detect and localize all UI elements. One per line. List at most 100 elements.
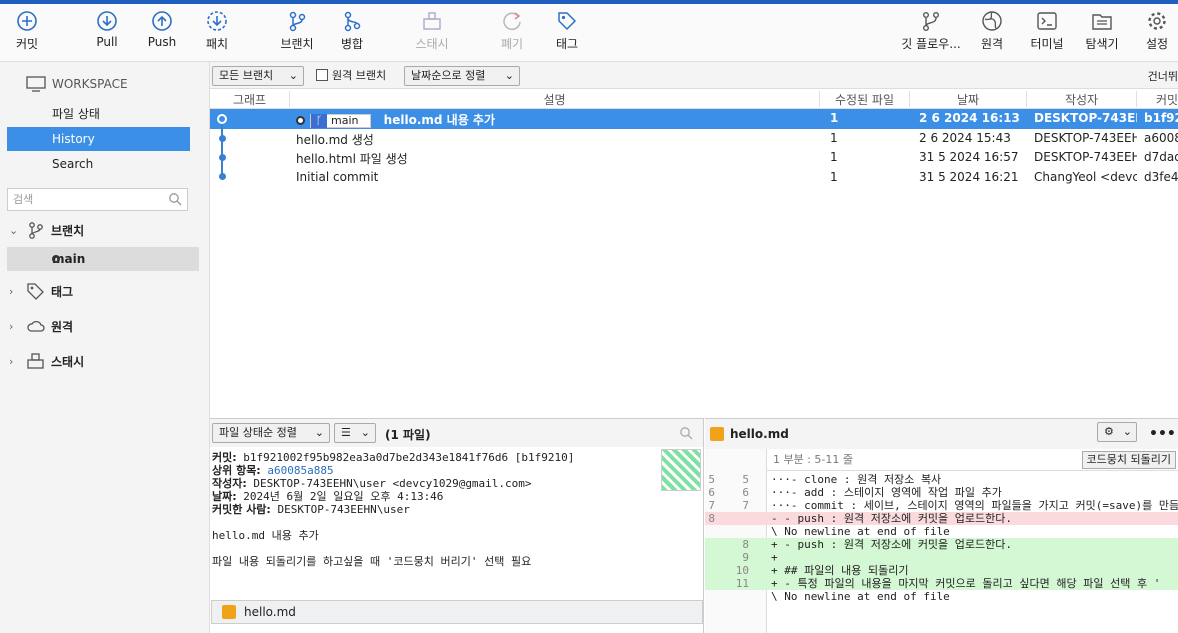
modified-file-icon <box>222 605 236 619</box>
parent-link[interactable]: a60085a885 <box>267 464 333 477</box>
commit-description-cell: ᚴ main hello.md 내용 추가 <box>296 111 495 128</box>
column-author[interactable]: 작성자 <box>1027 91 1137 107</box>
new-line-number: 9 <box>742 551 749 564</box>
pull-label: Pull <box>96 35 118 49</box>
sidebar-section-branches[interactable]: ⌄ 브랜치 <box>9 221 84 239</box>
chevron-down-icon: ⌄ <box>1122 425 1132 438</box>
diff-line[interactable]: 5 5 ···- clone : 원격 저장소 복사 <box>705 473 1178 486</box>
diff-header: hello.md ⚙ ⌄ ••• <box>705 419 1178 449</box>
search-icon <box>169 193 182 206</box>
tag-button[interactable]: 태그 <box>537 10 597 52</box>
commit-graph-node <box>218 135 226 142</box>
chevron-down-icon: ⌄ <box>9 223 19 237</box>
column-modified[interactable]: 수정된 파일 <box>820 91 910 107</box>
changed-file-row[interactable]: hello.md <box>211 600 703 624</box>
fetch-button[interactable]: 패치 <box>187 10 247 52</box>
branch-filter-value: 모든 브랜치 <box>219 69 274 82</box>
date-label: 날짜: <box>212 490 237 503</box>
branch-badge-label: main <box>331 114 359 127</box>
history-filter-bar: 모든 브랜치 ⌄ 원격 브랜치 날짜순으로 정렬 ⌄ 건너뛰 <box>210 62 1178 89</box>
view-mode-dropdown[interactable]: ☰ ⌄ <box>334 423 376 443</box>
remote-branches-checkbox[interactable]: 원격 브랜치 <box>316 67 386 83</box>
stash-label: 스태시 <box>415 37 449 51</box>
column-date[interactable]: 날짜 <box>910 91 1027 107</box>
sidebar-item-file-status[interactable]: 파일 상태 <box>7 102 190 126</box>
search-icon[interactable] <box>679 426 693 440</box>
diff-line[interactable]: \ No newline at end of file <box>705 590 1178 603</box>
sidebar-item-search[interactable]: Search <box>7 152 190 176</box>
more-options-icon[interactable]: ••• <box>1149 419 1176 449</box>
pull-button[interactable]: Pull <box>77 10 137 49</box>
column-commit[interactable]: 커밋 <box>1137 91 1178 107</box>
commit-date: 2 6 2024 15:43 <box>919 130 1011 145</box>
diff-line[interactable]: 6 6 ···- add : 스테이지 영역에 작업 파일 추가 <box>705 486 1178 499</box>
explorer-button[interactable]: 탐색기 <box>1072 10 1132 52</box>
diff-line[interactable]: 11 + - 특정 파일의 내용을 마지막 커밋으로 돌리고 싶다면 해당 파일 … <box>705 577 1178 590</box>
arrow-up-circle-icon <box>152 11 172 31</box>
chevron-down-icon: ⌄ <box>314 426 324 439</box>
sidebar-section-tags[interactable]: › 태그 <box>9 282 73 300</box>
commit-row[interactable]: hello.html 파일 생성 1 31 5 2024 16:57 DESKT… <box>210 148 1178 168</box>
diff-line[interactable]: 10 + ## 파일의 내용 되돌리기 <box>705 564 1178 577</box>
diff-line[interactable]: 8 + - push : 원격 저장소에 커밋을 업로드한다. <box>705 538 1178 551</box>
git-flow-label: 깃 플로우... <box>901 37 961 51</box>
merge-button[interactable]: 병합 <box>322 10 382 52</box>
remotes-label: 원격 <box>51 319 74 334</box>
checkbox-box[interactable] <box>316 69 328 81</box>
commit-message: hello.md 내용 추가 <box>383 113 495 127</box>
commit-graph-line <box>221 119 223 177</box>
diff-line-text: ···- clone : 원격 저장소 복사 <box>771 473 942 486</box>
file-count: (1 파일) <box>385 428 431 442</box>
diff-line[interactable]: 7 7 ···- commit : 세이브, 스테이지 영역의 파일들을 가지고 커… <box>705 499 1178 512</box>
commit-button[interactable]: 커밋 <box>0 10 57 52</box>
diff-line-text: - - push : 원격 저장소에 커밋을 업로드한다. <box>771 512 1013 525</box>
commit-graph-node <box>218 154 226 161</box>
git-flow-icon <box>923 12 939 31</box>
commit-message-line-1: hello.md 내용 추가 <box>212 529 319 542</box>
settings-button[interactable]: 설정 <box>1127 10 1178 52</box>
push-button[interactable]: Push <box>132 10 192 49</box>
sidebar-section-remotes[interactable]: › 원격 <box>9 317 73 335</box>
sidebar-section-stashes[interactable]: › 스태시 <box>9 352 84 370</box>
commit-row[interactable]: hello.md 생성 1 2 6 2024 15:43 DESKTOP-743… <box>210 129 1178 149</box>
diff-line-text: + ## 파일의 내용 되돌리기 <box>771 564 909 577</box>
committer-label: 커밋한 사람: <box>212 503 271 516</box>
diff-line[interactable]: \ No newline at end of file <box>705 525 1178 538</box>
details-toolbar: 파일 상태순 정렬 ⌄ ☰ ⌄ (1 파일) <box>210 419 703 447</box>
sidebar-search-input[interactable]: 검색 <box>7 188 188 211</box>
fetch-label: 패치 <box>205 37 229 51</box>
sidebar-item-history[interactable]: History <box>7 127 190 151</box>
commit-row[interactable]: Initial commit 1 31 5 2024 16:21 ChangYe… <box>210 168 1178 188</box>
branch-icon <box>29 222 43 239</box>
git-flow-button[interactable]: 깃 플로우... <box>894 10 968 52</box>
branch-badge[interactable]: ᚴ main <box>310 113 372 128</box>
globe-icon <box>982 11 1002 31</box>
file-sort-dropdown[interactable]: 파일 상태순 정렬 ⌄ <box>212 423 330 443</box>
skip-label[interactable]: 건너뛰 <box>1148 68 1178 84</box>
diff-line[interactable]: 8 - - push : 원격 저장소에 커밋을 업로드한다. <box>705 512 1178 525</box>
branch-button[interactable]: 브랜치 <box>267 10 327 52</box>
diff-line[interactable]: 9 + <box>705 551 1178 564</box>
diff-panel: hello.md ⚙ ⌄ ••• 1 부분 : 5-11 줄 코드뭉치 되돌리기… <box>705 418 1178 633</box>
new-line-number: 5 <box>742 473 749 486</box>
column-description[interactable]: 설명 <box>290 91 820 107</box>
stash-button[interactable]: 스태시 <box>402 10 462 52</box>
branch-icon: ᚴ <box>311 113 327 128</box>
column-graph[interactable]: 그래프 <box>210 91 290 107</box>
commit-message-line-2: 파일 내용 되돌리기를 하고싶을 때 '코드뭉치 버리기' 선택 필요 <box>212 555 532 568</box>
sidebar-item-branch-main[interactable]: main <box>7 247 199 271</box>
terminal-button[interactable]: 터미널 <box>1017 10 1077 52</box>
discard-button[interactable]: 폐기 <box>482 10 542 52</box>
diff-options-dropdown[interactable]: ⚙ ⌄ <box>1097 422 1137 442</box>
sort-dropdown[interactable]: 날짜순으로 정렬 ⌄ <box>404 66 520 86</box>
commit-list: ᚴ main hello.md 내용 추가 1 2 6 2024 16:13 DE… <box>210 109 1178 187</box>
date-value: 2024년 6월 2일 일요일 오후 4:13:46 <box>243 490 444 503</box>
branch-filter-dropdown[interactable]: 모든 브랜치 ⌄ <box>212 66 304 86</box>
merge-icon <box>344 11 361 32</box>
remote-button[interactable]: 원격 <box>962 10 1022 52</box>
diff-line-text: + <box>771 551 778 564</box>
gear-icon <box>1148 12 1166 30</box>
discard-hunk-button[interactable]: 코드뭉치 되돌리기 <box>1081 451 1176 469</box>
commit-row[interactable]: ᚴ main hello.md 내용 추가 1 2 6 2024 16:13 DE… <box>210 109 1178 129</box>
chevron-down-icon: ⌄ <box>360 426 370 439</box>
